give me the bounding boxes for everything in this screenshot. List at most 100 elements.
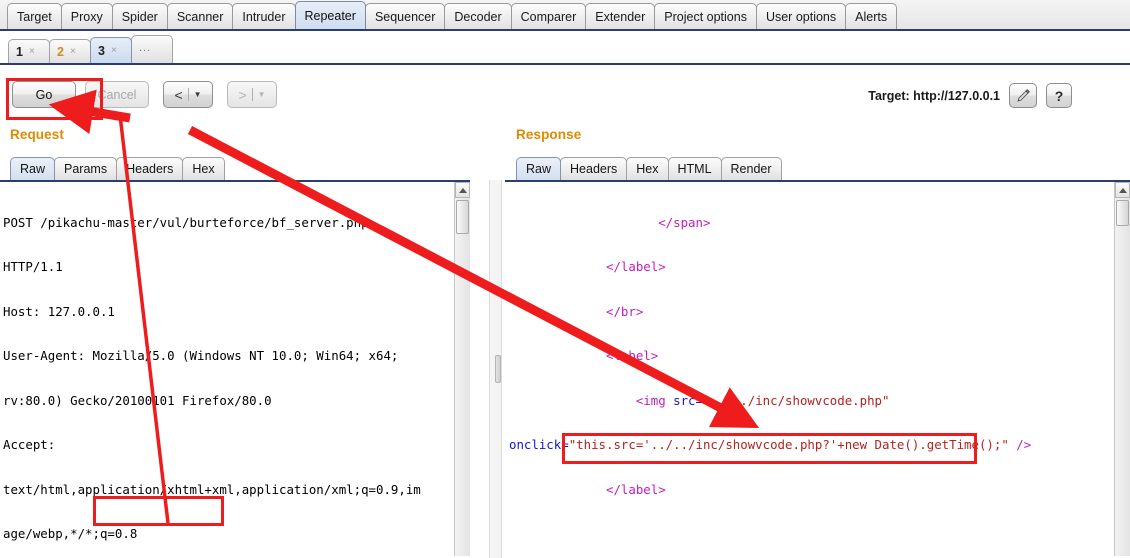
response-line: </br> <box>509 303 1031 320</box>
request-line: POST /pikachu-master/vul/burteforce/bf_s… <box>3 214 369 230</box>
repeater-sub-tab-bar: 1 × 2 × 3 × ... <box>0 33 1130 65</box>
main-tab-label: Alerts <box>855 9 888 24</box>
request-tab-headers[interactable]: Headers <box>116 157 184 180</box>
edit-target-button[interactable] <box>1009 83 1037 108</box>
tag-label-open: <label> <box>605 348 659 364</box>
tab-label: Hex <box>192 162 215 176</box>
go-button[interactable]: Go <box>12 81 76 108</box>
main-tab-alerts[interactable]: Alerts <box>845 3 898 29</box>
response-tab-html[interactable]: HTML <box>667 157 722 180</box>
close-icon[interactable]: × <box>29 46 35 57</box>
divider <box>187 88 189 101</box>
repeater-tab-2[interactable]: 2 × <box>49 39 91 63</box>
splitter-grip[interactable] <box>495 355 501 383</box>
forward-button[interactable]: > ▼ <box>227 81 277 108</box>
forward-button-inner: > ▼ <box>228 82 276 107</box>
tab-label: Headers <box>126 162 174 176</box>
ellipsis-icon: ... <box>139 41 152 54</box>
request-tab-raw[interactable]: Raw <box>10 157 56 180</box>
chevron-right-icon: > <box>238 86 247 103</box>
chevron-left-icon: < <box>174 86 183 103</box>
request-line: text/html,application/xhtml+xml,applicat… <box>3 481 421 497</box>
tab-label: Params <box>64 162 108 176</box>
response-tab-render[interactable]: Render <box>720 157 782 180</box>
main-tab-label: Spider <box>121 9 158 24</box>
response-line: </label> <box>509 481 1031 498</box>
response-vertical-scrollbar[interactable] <box>1114 182 1130 556</box>
main-tab-label: Project options <box>664 9 747 24</box>
main-tab-spider[interactable]: Spider <box>111 3 168 29</box>
close-icon[interactable]: × <box>111 45 117 56</box>
response-line: </label> <box>509 259 1031 275</box>
scroll-up-button[interactable] <box>455 182 470 198</box>
main-tab-label: Decoder <box>454 9 502 24</box>
main-tab-project-options[interactable]: Project options <box>654 3 757 29</box>
main-tab-intruder[interactable]: Intruder <box>232 3 296 29</box>
divider <box>251 88 253 101</box>
main-tab-user-options[interactable]: User options <box>755 3 847 29</box>
response-raw-text: </span> </label> </br> <label> <img src=… <box>509 186 1031 558</box>
main-tab-scanner[interactable]: Scanner <box>166 3 234 29</box>
tag-img: <img <box>635 392 666 408</box>
request-line: Host: 127.0.0.1 <box>3 303 115 319</box>
cancel-button[interactable]: Cancel <box>85 81 149 108</box>
main-tab-extender[interactable]: Extender <box>585 3 656 29</box>
response-line: onclick="this.src='../../inc/showvcode.p… <box>509 437 1032 453</box>
scroll-up-button[interactable] <box>1115 182 1130 198</box>
main-tab-proxy[interactable]: Proxy <box>60 3 113 29</box>
main-tab-comparer[interactable]: Comparer <box>510 3 587 29</box>
tab-label: Headers <box>570 162 618 176</box>
tab-label: Hex <box>636 162 659 176</box>
response-tab-headers[interactable]: Headers <box>560 157 628 180</box>
response-tab-raw[interactable]: Raw <box>516 157 562 180</box>
request-raw-text: POST /pikachu-master/vul/burteforce/bf_s… <box>3 186 421 558</box>
tag-label-close: </label> <box>605 259 666 275</box>
repeater-tab-3[interactable]: 3 × <box>90 37 132 63</box>
attr-onclick: onclick= <box>509 437 569 453</box>
main-tab-label: User options <box>765 9 837 24</box>
main-tab-sequencer[interactable]: Sequencer <box>364 3 446 29</box>
main-tab-decoder[interactable]: Decoder <box>444 3 512 29</box>
response-tab-bar: Raw Headers Hex HTML Render <box>516 156 782 180</box>
request-raw-editor[interactable]: POST /pikachu-master/vul/burteforce/bf_s… <box>0 180 470 558</box>
tab-label: Raw <box>526 162 552 176</box>
request-tab-hex[interactable]: Hex <box>182 157 225 180</box>
main-tab-bar: Target Proxy Spider Scanner Intruder Rep… <box>0 0 1130 31</box>
request-line: Accept: <box>3 437 56 453</box>
panel-splitter[interactable] <box>489 180 502 558</box>
request-line: rv:80.0) Gecko/20100101 Firefox/80.0 <box>3 392 272 408</box>
target-label: Target: http://127.0.0.1 <box>868 89 1000 103</box>
tag-img-close: /> <box>1016 437 1032 453</box>
help-button[interactable]: ? <box>1046 83 1072 108</box>
back-button[interactable]: < ▼ <box>163 81 213 108</box>
chevron-down-icon: ▼ <box>193 89 202 99</box>
tab-label: HTML <box>677 162 712 176</box>
pencil-icon <box>1016 89 1030 102</box>
attr-src-value: "../../inc/showvcode.php" <box>702 392 890 408</box>
scroll-thumb[interactable] <box>1116 200 1129 226</box>
question-mark-icon: ? <box>1054 87 1064 104</box>
main-tab-label: Sequencer <box>374 9 436 24</box>
request-tab-params[interactable]: Params <box>54 157 118 180</box>
tag-label-close: </label> <box>605 481 666 497</box>
response-panel-title: Response <box>516 127 582 142</box>
repeater-tab-1[interactable]: 1 × <box>8 39 50 63</box>
request-vertical-scrollbar[interactable] <box>454 182 470 556</box>
close-icon[interactable]: × <box>70 46 76 57</box>
scroll-thumb[interactable] <box>456 200 469 234</box>
triangle-up-icon <box>458 187 467 193</box>
attr-onclick-value: "this.src='../../inc/showvcode.php?'+new… <box>568 437 1009 453</box>
repeater-tab-new[interactable]: ... <box>131 35 173 63</box>
response-blank-line <box>509 527 1031 542</box>
main-tab-repeater[interactable]: Repeater <box>294 1 366 29</box>
response-raw-editor[interactable]: </span> </label> </br> <label> <img src=… <box>505 180 1130 558</box>
main-tab-label: Intruder <box>242 9 286 24</box>
main-tab-label: Scanner <box>176 9 224 24</box>
tag-br-close: </br> <box>605 303 644 319</box>
repeater-tab-number: 1 <box>16 44 23 59</box>
request-tab-bar: Raw Params Headers Hex <box>10 156 225 180</box>
back-button-inner: < ▼ <box>164 82 212 107</box>
repeater-action-bar: Go Cancel < ▼ > ▼ Target: http://127.0.0… <box>0 67 1130 122</box>
response-tab-hex[interactable]: Hex <box>626 157 669 180</box>
main-tab-target[interactable]: Target <box>7 3 62 29</box>
